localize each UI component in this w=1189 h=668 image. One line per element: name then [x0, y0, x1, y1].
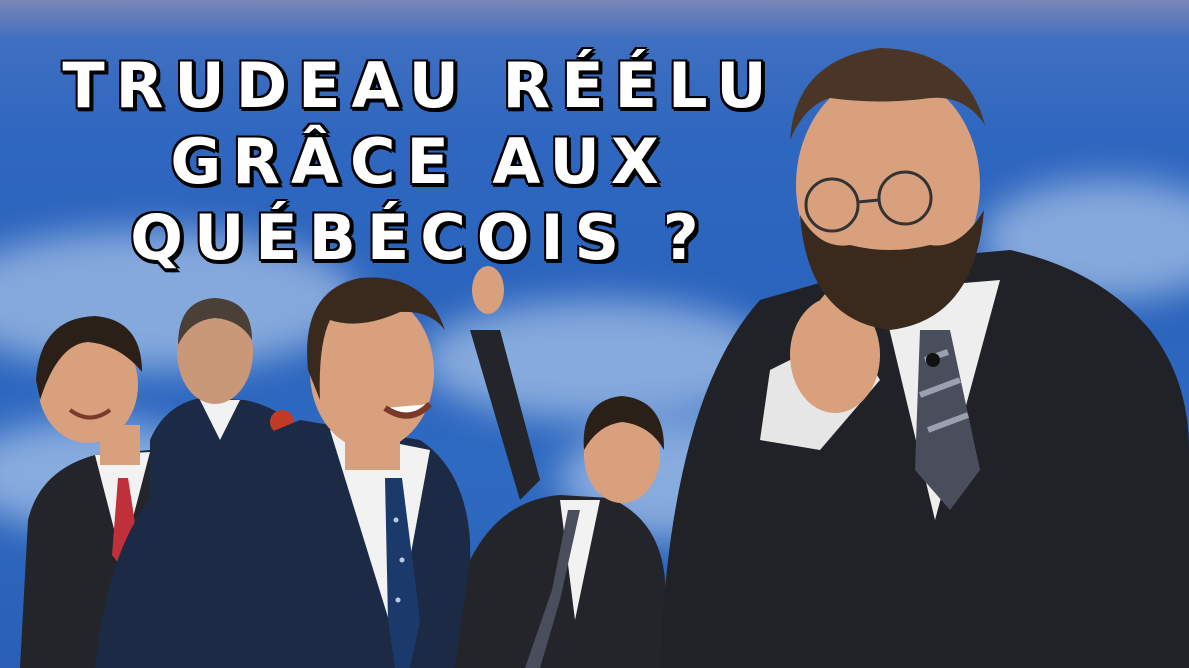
- person-arm-raised: [455, 266, 668, 668]
- title-line-2: GRÂCE AUX: [170, 125, 670, 198]
- thumbnail-canvas: TRUDEAU RÉÉLU GRÂCE AUX QUÉBÉCOIS ?: [0, 0, 1189, 668]
- title-line-1: TRUDEAU RÉÉLU: [62, 49, 778, 122]
- title-line-3: QUÉBÉCOIS ?: [130, 201, 710, 274]
- video-title: TRUDEAU RÉÉLU GRÂCE AUX QUÉBÉCOIS ?: [40, 48, 800, 276]
